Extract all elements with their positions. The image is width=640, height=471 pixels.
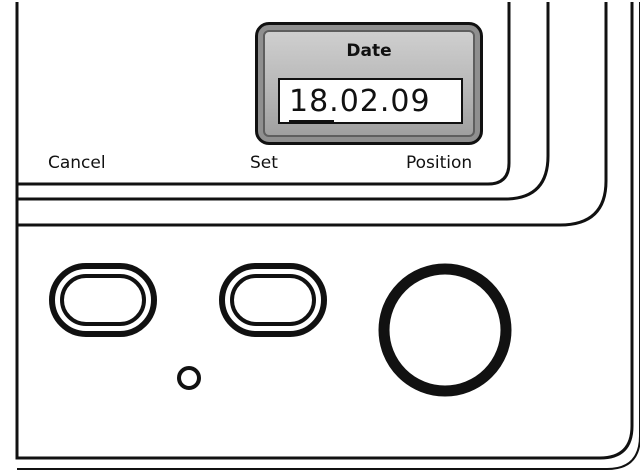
indicator-led xyxy=(173,362,205,394)
edit-cursor xyxy=(289,120,334,124)
cancel-button[interactable] xyxy=(48,262,158,338)
oval-button-icon xyxy=(219,263,327,337)
round-knob-icon xyxy=(378,263,512,397)
position-knob[interactable] xyxy=(376,261,514,399)
date-value: 18.02.09 xyxy=(289,84,431,119)
lcd-title: Date xyxy=(346,41,392,61)
lcd-screen: Date 18.02.09 xyxy=(255,22,483,145)
oval-button-icon xyxy=(49,263,157,337)
set-button[interactable] xyxy=(218,262,328,338)
softkey-label-position: Position xyxy=(406,153,473,173)
softkey-label-cancel: Cancel xyxy=(48,153,106,173)
small-ring-led-icon xyxy=(177,366,201,390)
date-field: 18.02.09 xyxy=(278,78,463,124)
softkey-label-set: Set xyxy=(250,153,278,173)
